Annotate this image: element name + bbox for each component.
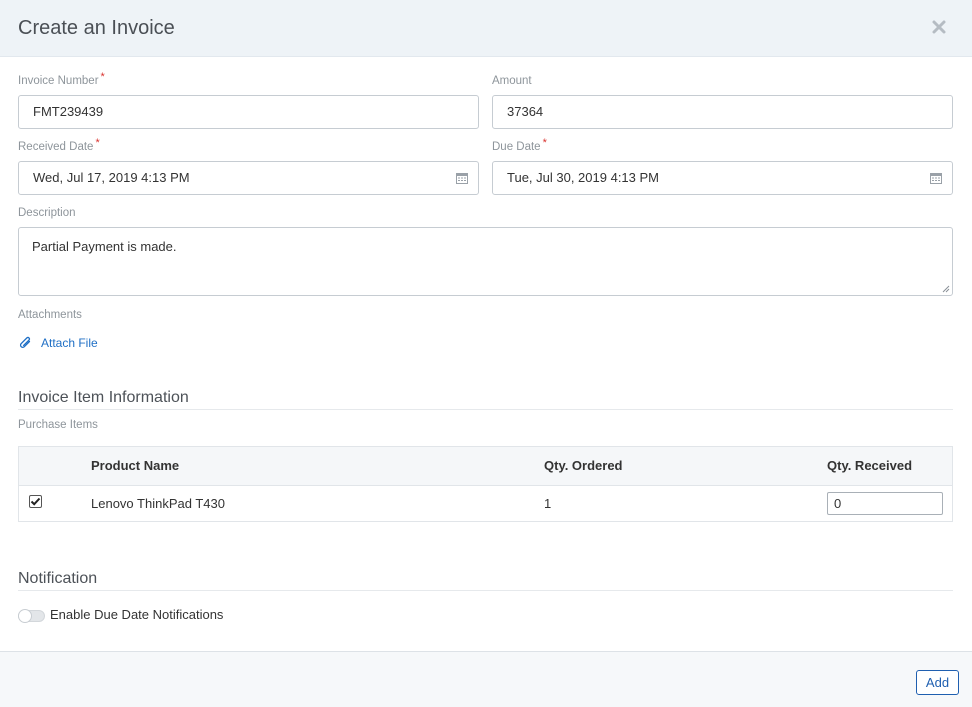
attachments-label: Attachments: [18, 309, 82, 321]
close-icon[interactable]: [930, 18, 948, 36]
resize-grip-icon[interactable]: [942, 285, 950, 293]
due-date-value: Tue, Jul 30, 2019 4:13 PM: [507, 170, 660, 185]
due-date-input[interactable]: Tue, Jul 30, 2019 4:13 PM: [492, 161, 953, 195]
due-date-notification-toggle[interactable]: [18, 609, 45, 623]
column-header-product-name: Product Name: [91, 458, 180, 473]
column-header-qty-ordered: Qty. Ordered: [544, 458, 623, 473]
invoice-number-value: FMT239439: [33, 104, 104, 119]
calendar-icon[interactable]: [456, 172, 468, 184]
row-checkbox[interactable]: [29, 495, 42, 508]
toggle-label: Enable Due Date Notifications: [50, 607, 224, 622]
received-date-value: Wed, Jul 17, 2019 4:13 PM: [33, 170, 190, 185]
qty-ordered-cell: 1: [544, 496, 552, 511]
product-name-cell: Lenovo ThinkPad T430: [91, 496, 225, 511]
received-date-label: Received Date *: [18, 137, 100, 153]
purchase-items-label: Purchase Items: [18, 419, 98, 431]
paperclip-icon: [19, 336, 31, 348]
qty-received-input[interactable]: 0: [827, 492, 943, 515]
checkmark-icon: [30, 497, 41, 506]
modal-footer: Add: [0, 651, 972, 707]
amount-label: Amount: [492, 75, 532, 87]
modal-title: Create an Invoice: [18, 17, 175, 39]
required-marker: *: [100, 71, 105, 83]
qty-received-value: 0: [834, 496, 842, 511]
attach-file-link[interactable]: Attach File: [19, 335, 98, 351]
toggle-knob: [18, 609, 32, 623]
invoice-items-section-title: Invoice Item Information: [18, 389, 189, 406]
section-divider: [18, 590, 953, 591]
amount-value: 37364: [507, 104, 544, 119]
add-button[interactable]: Add: [916, 670, 959, 695]
modal-header: Create an Invoice: [0, 0, 972, 57]
invoice-number-input[interactable]: FMT239439: [18, 95, 479, 129]
section-divider: [18, 409, 953, 410]
description-value: Partial Payment is made.: [32, 239, 177, 254]
description-textarea[interactable]: Partial Payment is made.: [18, 227, 953, 296]
description-label: Description: [18, 207, 76, 219]
notification-section-title: Notification: [18, 570, 98, 587]
due-date-label: Due Date *: [492, 137, 547, 153]
received-date-input[interactable]: Wed, Jul 17, 2019 4:13 PM: [18, 161, 479, 195]
required-marker: *: [95, 137, 100, 149]
attach-file-label: Attach File: [41, 336, 98, 350]
column-header-qty-received: Qty. Received: [827, 458, 913, 473]
required-marker: *: [542, 137, 547, 149]
purchase-items-table: Product Name Qty. Ordered Qty. Received …: [18, 446, 953, 522]
amount-input[interactable]: 37364: [492, 95, 953, 129]
calendar-icon[interactable]: [930, 172, 942, 184]
invoice-number-label: Invoice Number *: [18, 71, 105, 87]
